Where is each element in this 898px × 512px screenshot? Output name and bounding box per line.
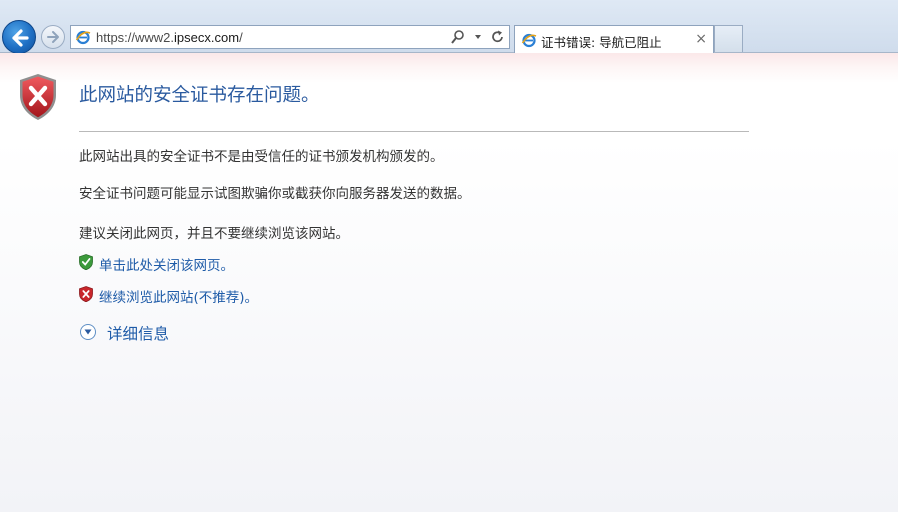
new-tab-button[interactable] bbox=[714, 25, 743, 52]
back-button[interactable] bbox=[2, 20, 36, 54]
tab-certificate-error[interactable]: 证书错误: 导航已阻止 × bbox=[514, 25, 714, 53]
error-shield-icon bbox=[20, 74, 56, 120]
red-shield-icon bbox=[79, 286, 93, 302]
url-prefix: https://www2. bbox=[96, 30, 175, 45]
browser-toolbar: https://www2.ipsecx.com/ 证书错误: 导航已阻止 × bbox=[0, 0, 898, 54]
green-shield-icon bbox=[79, 254, 93, 270]
page-title: 此网站的安全证书存在问题。 bbox=[79, 85, 320, 106]
divider bbox=[79, 131, 749, 132]
more-info-label[interactable]: 详细信息 bbox=[107, 322, 169, 344]
cert-risk-text: 安全证书问题可能显示试图欺骗你或截获你向服务器发送的数据。 bbox=[79, 186, 471, 202]
continue-link-label[interactable]: 继续浏览此网站(不推荐)。 bbox=[99, 286, 258, 306]
forward-arrow-icon bbox=[47, 31, 59, 43]
ie-icon bbox=[75, 30, 91, 45]
dropdown-icon[interactable] bbox=[474, 29, 482, 49]
tab-title: 证书错误: 导航已阻止 bbox=[541, 35, 662, 50]
ie-icon bbox=[521, 33, 537, 48]
search-icon[interactable] bbox=[451, 29, 465, 49]
recommendation-text: 建议关闭此网页，并且不要继续浏览该网站。 bbox=[79, 226, 349, 242]
refresh-icon[interactable] bbox=[491, 29, 505, 49]
url-domain: ipsecx.com bbox=[174, 30, 240, 45]
address-bar[interactable]: https://www2.ipsecx.com/ bbox=[70, 25, 510, 49]
forward-button[interactable] bbox=[41, 25, 65, 49]
top-glow bbox=[0, 53, 898, 83]
address-tools bbox=[447, 29, 505, 45]
close-page-link-label[interactable]: 单击此处关闭该网页。 bbox=[99, 254, 234, 274]
close-icon[interactable]: × bbox=[695, 31, 707, 47]
cert-issuer-text: 此网站出具的安全证书不是由受信任的证书颁发机构颁发的。 bbox=[79, 149, 444, 165]
url-suffix: / bbox=[239, 30, 243, 45]
back-arrow-icon bbox=[12, 29, 29, 47]
address-url[interactable]: https://www2.ipsecx.com/ bbox=[96, 30, 243, 45]
chevron-down-icon[interactable] bbox=[80, 324, 96, 340]
